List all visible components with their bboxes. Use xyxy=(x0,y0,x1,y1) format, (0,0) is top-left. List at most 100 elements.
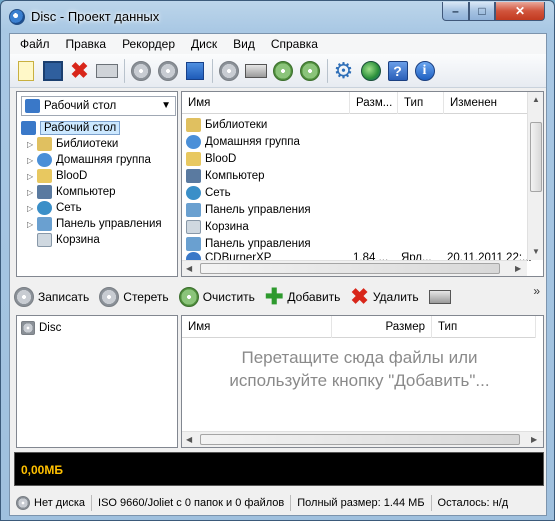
list-item[interactable]: Панель управления xyxy=(186,201,311,218)
info-icon: i xyxy=(414,60,435,81)
file-list-vscroll[interactable]: ▲ ▼ xyxy=(527,92,543,260)
menu-help[interactable]: Справка xyxy=(263,37,326,51)
menu-recorder[interactable]: Рекордер xyxy=(114,37,183,51)
close-button[interactable]: ✕ xyxy=(495,2,545,21)
erase-button[interactable]: Стереть xyxy=(99,287,169,307)
help-icon: ? xyxy=(387,60,408,81)
tree-item-label: Корзина xyxy=(56,234,100,246)
list-item[interactable]: Сеть xyxy=(186,184,231,201)
column-modified[interactable]: Изменен xyxy=(444,92,528,114)
about-button[interactable]: i xyxy=(413,58,436,83)
add-button[interactable]: ✚ Добавить xyxy=(265,284,340,310)
help-button[interactable]: ? xyxy=(386,58,409,83)
print-button[interactable] xyxy=(95,58,118,83)
tree-item[interactable]: ▷ Домашняя группа xyxy=(27,152,151,168)
column-type[interactable]: Тип xyxy=(398,92,444,114)
menu-view[interactable]: Вид xyxy=(225,37,263,51)
compilation-hscroll[interactable]: ◀ ▶ xyxy=(182,431,543,447)
control-panel-icon xyxy=(186,236,201,251)
item-name: Домашняя группа xyxy=(205,135,300,148)
scroll-left-icon[interactable]: ◀ xyxy=(186,435,192,444)
erase-disc-tool-button[interactable] xyxy=(129,58,152,83)
chevron-down-icon: ▼ xyxy=(161,100,171,111)
status-total-size: Полный размер: 1.44 МБ xyxy=(291,495,432,511)
homegroup-icon xyxy=(37,153,52,167)
scroll-right-icon[interactable]: ▶ xyxy=(515,264,521,273)
tree-item[interactable]: ▷ Библиотеки xyxy=(27,136,118,152)
scroll-thumb[interactable] xyxy=(200,434,520,445)
menu-edit[interactable]: Правка xyxy=(58,37,115,51)
blue-square-icon xyxy=(185,61,204,80)
expand-arrow-icon[interactable]: ▷ xyxy=(27,188,37,197)
tree-item-label: Библиотеки xyxy=(56,138,119,150)
scroll-right-icon[interactable]: ▶ xyxy=(531,435,537,444)
scroll-up-icon[interactable]: ▲ xyxy=(532,95,540,104)
list-item[interactable]: Библиотеки xyxy=(186,116,267,133)
delete-button[interactable]: ✖ Удалить xyxy=(350,284,418,310)
compilation-root[interactable]: Disc xyxy=(21,320,61,336)
tree-item[interactable]: ▷ Сеть xyxy=(27,200,82,216)
burn-disc-icon xyxy=(14,287,34,307)
save-button[interactable] xyxy=(41,58,64,83)
window-title: Disc - Проект данных xyxy=(31,9,160,24)
scroll-left-icon[interactable]: ◀ xyxy=(186,264,192,273)
column-size[interactable]: Размер xyxy=(332,316,432,338)
action-bar: Записать Стереть Очистить ✚ Добавить ✖ Уда… xyxy=(10,282,546,312)
libraries-icon xyxy=(37,137,52,151)
blue-tool-button[interactable] xyxy=(183,58,206,83)
expand-arrow-icon[interactable]: ▷ xyxy=(27,156,37,165)
column-name[interactable]: Имя xyxy=(182,92,350,114)
tree-root[interactable]: Рабочий стол xyxy=(21,120,121,136)
drive-button[interactable] xyxy=(244,58,267,83)
expand-arrow-icon[interactable]: ▷ xyxy=(27,172,37,181)
list-item[interactable]: BlooD xyxy=(186,150,236,167)
update-button[interactable] xyxy=(359,58,382,83)
more-chevron-icon[interactable]: » xyxy=(533,284,540,298)
control-panel-icon xyxy=(37,217,52,231)
drive-select-button[interactable] xyxy=(428,290,451,304)
list-item[interactable]: Корзина xyxy=(186,218,249,235)
list-item[interactable]: Домашняя группа xyxy=(186,133,300,150)
green-disc-button-1[interactable] xyxy=(271,58,294,83)
item-name: Корзина xyxy=(205,220,249,233)
status-filesystem: ISO 9660/Joliet с 0 папок и 0 файлов xyxy=(92,495,292,511)
green-disc-button-2[interactable] xyxy=(298,58,321,83)
column-size[interactable]: Разм... xyxy=(350,92,398,114)
scroll-down-icon[interactable]: ▼ xyxy=(532,247,540,256)
burn-disc-tool-button[interactable] xyxy=(156,58,179,83)
disc-info-button[interactable] xyxy=(217,58,240,83)
compilation-tree-panel: Disc xyxy=(16,315,178,448)
menu-file[interactable]: Файл xyxy=(12,37,58,51)
tree-item[interactable]: ▷ BlooD xyxy=(27,168,87,184)
settings-button[interactable]: ⚙ xyxy=(332,58,355,83)
clear-button[interactable]: Очистить xyxy=(178,287,255,307)
scroll-thumb[interactable] xyxy=(200,263,500,274)
maximize-button[interactable]: □ xyxy=(469,2,495,21)
location-combo[interactable]: Рабочий стол ▼ xyxy=(21,96,176,116)
expand-arrow-icon[interactable]: ▷ xyxy=(27,204,37,213)
erase-disc-icon xyxy=(99,287,120,307)
desktop-icon xyxy=(25,99,40,113)
tree-item[interactable]: Корзина xyxy=(27,232,100,248)
tree-item[interactable]: ▷ Компьютер xyxy=(27,184,116,200)
expand-arrow-icon[interactable]: ▷ xyxy=(27,140,37,149)
tree-item[interactable]: ▷ Панель управления xyxy=(27,216,162,232)
menu-disc[interactable]: Диск xyxy=(183,37,225,51)
green-disc-icon xyxy=(272,60,293,81)
expand-arrow-icon[interactable]: ▷ xyxy=(27,220,37,229)
title-bar[interactable]: Disc - Проект данных – □ ✕ xyxy=(1,1,554,33)
app-window: Disc - Проект данных – □ ✕ Файл Правка Р… xyxy=(0,0,555,521)
column-name[interactable]: Имя xyxy=(182,316,332,338)
column-type[interactable]: Тип xyxy=(432,316,536,338)
burn-label: Записать xyxy=(38,290,90,304)
file-list-hscroll[interactable]: ◀ ▶ xyxy=(182,260,527,276)
libraries-icon xyxy=(186,117,201,132)
new-project-button[interactable] xyxy=(14,58,37,83)
list-item[interactable]: Компьютер xyxy=(186,167,265,184)
computer-icon xyxy=(186,168,201,183)
list-item[interactable]: Панель управления xyxy=(186,235,311,252)
scroll-thumb[interactable] xyxy=(530,122,542,192)
minimize-button[interactable]: – xyxy=(442,2,469,21)
burn-button[interactable]: Записать xyxy=(14,287,89,307)
close-project-button[interactable]: ✖ xyxy=(68,58,91,83)
